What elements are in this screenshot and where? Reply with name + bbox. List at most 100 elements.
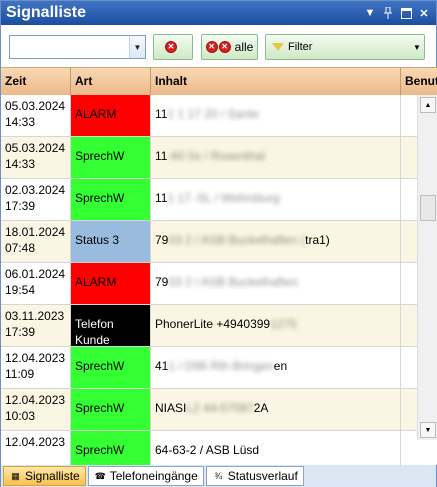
cell-time: 17:39: [5, 325, 36, 339]
bottom-tabs: ▦ Signalliste ☎ Telefoneingänge ¾ Statusverla…: [1, 465, 436, 487]
table-row[interactable]: 12.04.2023 10:03 SprechW NIASI L2 44-57087 2…: [1, 389, 417, 431]
cell-inhalt: NIASI L2 44-57087 2A: [151, 389, 401, 430]
table-header: Zeit Art Inhalt Benut: [1, 68, 437, 95]
vertical-scrollbar[interactable]: ▲ ▼: [417, 95, 437, 440]
column-header-art[interactable]: Art: [71, 68, 151, 95]
cell-zeit: 18.01.2024 07:48: [1, 221, 71, 262]
column-header-benutzer[interactable]: Benut: [401, 68, 437, 95]
cell-inhalt: 79 03 2 / ASB Buckelhaften (tra1): [151, 221, 401, 262]
column-header-zeit[interactable]: Zeit: [1, 68, 71, 95]
signal-table: Zeit Art Inhalt Benut 05.03.2024 14:33 ALA…: [1, 67, 437, 465]
inhalt-text: NIASI: [155, 401, 187, 415]
column-header-inhalt[interactable]: Inhalt: [151, 68, 401, 95]
inhalt-suffix: tra1): [305, 233, 330, 247]
inhalt-redacted: 03 2 / ASB Buckelhaften: [168, 275, 298, 289]
cell-art: SprechW: [71, 137, 151, 178]
cell-benutzer: [401, 179, 417, 220]
cell-time: 19:54: [5, 283, 36, 297]
cell-inhalt: 64-63-2 / ASB Lüs d: [151, 431, 401, 465]
toolbar: ▼ ✕ ✕ ✕ alle Filter ▼: [1, 25, 436, 67]
close-icon[interactable]: ✕: [417, 6, 431, 20]
title-bar: Signalliste ▼ ✕: [1, 1, 436, 25]
cell-date: 18.01.2024: [5, 225, 66, 239]
dropdown-icon[interactable]: ▼: [363, 6, 377, 20]
inhalt-redacted: 1 1 17 20 / Sante: [167, 107, 259, 121]
inhalt-text: PhonerLite +4940399: [155, 317, 271, 331]
inhalt-text: 79: [155, 233, 169, 247]
clear-button[interactable]: ✕: [153, 34, 193, 60]
cell-zeit: 12.04.2023 11:09: [1, 347, 71, 388]
table-row[interactable]: 05.03.2024 14:33 SprechW 11 -60 5s / Rosenth…: [1, 137, 417, 179]
tab-label: Statusverlauf: [227, 469, 298, 483]
cell-benutzer: [401, 389, 417, 430]
tab-statusverlauf[interactable]: ¾ Statusverlauf: [205, 466, 304, 486]
cell-art: Status 3: [71, 221, 151, 262]
cell-time: 10:03: [5, 409, 36, 423]
signalliste-window: Signalliste ▼ ✕ ▼ ✕ ✕ ✕ alle Filter ▼ Ze…: [0, 0, 437, 487]
cell-benutzer: [401, 221, 417, 262]
cell-inhalt: 41 1 / D96 Rth Bringen en: [151, 347, 401, 388]
inhalt-redacted: -60 5s / Rosenthal: [167, 149, 265, 163]
inhalt-text: 11: [155, 149, 168, 163]
table-row[interactable]: 06.01.2024 19:54 ALARM 79 03 2 / ASB Buckelh…: [1, 263, 417, 305]
cell-benutzer: [401, 431, 417, 465]
search-combo[interactable]: ▼: [9, 35, 146, 59]
clear-all-icon: ✕ ✕: [205, 41, 231, 53]
cell-zeit: 05.03.2024 14:33: [1, 137, 71, 178]
inhalt-redacted: 1 / D96 Rth Bringen: [168, 359, 274, 373]
chevron-down-icon[interactable]: ▼: [129, 36, 145, 58]
cell-zeit: 12.04.2023 10:03: [1, 389, 71, 430]
table-row[interactable]: 18.01.2024 07:48 Status 3 79 03 2 / ASB Buck…: [1, 221, 417, 263]
tab-signalliste[interactable]: ▦ Signalliste: [3, 466, 86, 486]
cell-date: 05.03.2024: [5, 141, 66, 155]
clear-all-label: alle: [234, 40, 254, 54]
pin-icon[interactable]: [381, 6, 395, 20]
cell-inhalt: 11 -60 5s / Rosenthal: [151, 137, 401, 178]
table-body: 05.03.2024 14:33 ALARM 11 1 1 17 20 / Sante 0…: [1, 95, 417, 465]
tab-telefoneingänge[interactable]: ☎ Telefoneingänge: [87, 466, 204, 486]
cell-zeit: 06.01.2024 19:54: [1, 263, 71, 304]
inhalt-text: 64-63-2 / ASB Lüs: [155, 443, 253, 457]
cell-zeit: 02.03.2024 17:39: [1, 179, 71, 220]
scroll-up-icon[interactable]: ▲: [420, 97, 436, 113]
cell-time: 14:33: [5, 157, 36, 171]
cell-benutzer: [401, 95, 417, 136]
cell-time: 17:39: [5, 199, 36, 213]
funnel-icon: [272, 43, 284, 51]
table-row[interactable]: 02.03.2024 17:39 SprechW 11 1 17 -5L / Wehrs…: [1, 179, 417, 221]
inhalt-redacted: L2 44-57087: [186, 401, 254, 415]
cell-art: ALARM: [71, 263, 151, 304]
cell-date: 06.01.2024: [5, 267, 66, 281]
filter-dropdown[interactable]: Filter ▼: [265, 34, 425, 60]
cell-time: 14:33: [5, 115, 36, 129]
cell-date: 02.03.2024: [5, 183, 66, 197]
scroll-down-icon[interactable]: ▼: [420, 422, 436, 438]
inhalt-text: 11: [155, 107, 168, 121]
clear-icon: ✕: [165, 41, 177, 53]
cell-date: 12.04.2023: [5, 435, 66, 449]
status-icon: ¾: [214, 471, 223, 481]
phone-icon: ☎: [94, 470, 106, 481]
tab-label: Signalliste: [25, 469, 80, 483]
table-row[interactable]: 03.11.2023 17:39 Telefon Kunde PhonerLite +…: [1, 305, 417, 347]
inhalt-text: 11: [155, 191, 168, 205]
cell-art: ALARM: [71, 95, 151, 136]
inhalt-suffix: en: [273, 359, 288, 373]
maximize-icon[interactable]: [399, 6, 413, 20]
cell-art: SprechW: [71, 389, 151, 430]
inhalt-redacted: 03 2 / ASB Buckelhaften (: [168, 233, 306, 247]
cell-date: 05.03.2024: [5, 99, 66, 113]
cell-zeit: 12.04.2023: [1, 431, 71, 465]
cell-benutzer: [401, 347, 417, 388]
table-row[interactable]: 12.04.2023 11:09 SprechW 41 1 / D96 Rth Brin…: [1, 347, 417, 389]
clear-all-button[interactable]: ✕ ✕ alle: [201, 34, 258, 60]
inhalt-suffix: d: [252, 443, 260, 457]
cell-date: 12.04.2023: [5, 351, 66, 365]
cell-inhalt: 79 03 2 / ASB Buckelhaften: [151, 263, 401, 304]
scroll-thumb[interactable]: [420, 195, 436, 221]
filter-label: Filter: [288, 41, 313, 53]
cell-art: SprechW: [71, 179, 151, 220]
table-row[interactable]: 12.04.2023 SprechW 64-63-2 / ASB Lüs d: [1, 431, 417, 465]
inhalt-redacted: 1275: [270, 317, 297, 331]
table-row[interactable]: 05.03.2024 14:33 ALARM 11 1 1 17 20 / Sante: [1, 95, 417, 137]
